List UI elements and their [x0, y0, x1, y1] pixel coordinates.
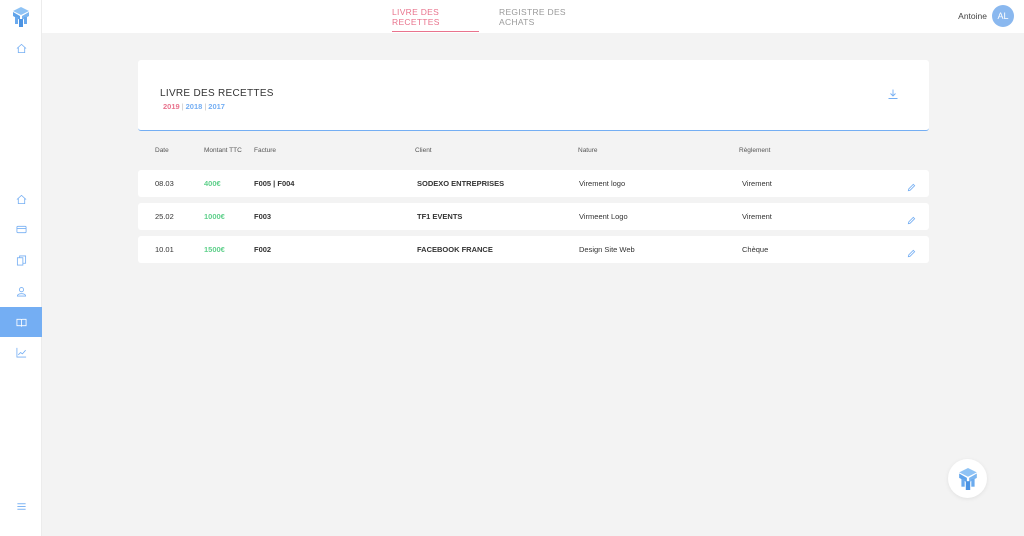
cell-amount: 1500€ — [204, 245, 225, 254]
cell-invoice: F002 — [254, 245, 272, 254]
home-icon — [16, 194, 26, 204]
sidebar-item-home[interactable] — [0, 184, 42, 214]
column-header-nature: Nature — [578, 147, 598, 154]
table-row[interactable]: 08.03 400€ F005 | F004 SODEXO ENTREPRISE… — [138, 170, 929, 197]
cell-client: SODEXO ENTREPRISES — [417, 179, 505, 188]
sidebar-item-ledger[interactable] — [0, 307, 42, 337]
sidebar — [0, 0, 42, 536]
year-separator: | — [204, 102, 207, 111]
tab-livre-des-recettes[interactable]: LIVRE DES RECETTES — [392, 0, 479, 33]
table-row[interactable]: 25.02 1000€ F003 TF1 EVENTS Virmeent Log… — [138, 203, 929, 230]
column-header-payment: Règlement — [739, 147, 771, 154]
user-name[interactable]: Antoine — [958, 11, 987, 21]
cell-invoice: F003 — [254, 212, 272, 221]
chart-icon — [16, 347, 26, 357]
avatar[interactable]: AL — [992, 5, 1014, 27]
sidebar-item-stats[interactable] — [0, 337, 42, 367]
sidebar-item-payments[interactable] — [0, 214, 42, 244]
documents-icon — [16, 255, 26, 265]
cell-client: TF1 EVENTS — [417, 212, 463, 221]
logo-icon — [958, 467, 977, 490]
table-row[interactable]: 10.01 1500€ F002 FACEBOOK FRANCE Design … — [138, 236, 929, 263]
edit-pencil-icon[interactable] — [907, 179, 916, 192]
cell-date: 25.02 — [155, 212, 174, 221]
year-filter: 2019 | 2018 | 2017 — [163, 102, 225, 111]
cell-date: 10.01 — [155, 245, 174, 254]
tab-registre-des-achats[interactable]: REGISTRE DES ACHATS — [499, 0, 592, 33]
sidebar-menu-toggle[interactable] — [0, 491, 42, 521]
year-2017-link[interactable]: 2017 — [208, 102, 225, 111]
sidebar-home-top[interactable] — [0, 33, 42, 63]
logo-icon[interactable] — [11, 7, 31, 27]
column-header-client: Client — [415, 147, 432, 154]
cell-nature: Design Site Web — [579, 245, 635, 254]
year-2019-link[interactable]: 2019 — [163, 102, 180, 111]
floating-logo-button[interactable] — [948, 459, 987, 498]
menu-icon — [16, 502, 26, 510]
column-header-invoice: Facture — [254, 147, 277, 154]
cell-amount: 400€ — [204, 179, 221, 188]
year-2018-link[interactable]: 2018 — [186, 102, 203, 111]
top-bar: LIVRE DES RECETTES REGISTRE DES ACHATS A… — [42, 0, 1024, 33]
download-icon[interactable] — [887, 87, 899, 99]
cell-client: FACEBOOK FRANCE — [417, 245, 493, 254]
cell-nature: Virement logo — [579, 179, 626, 188]
page-title: LIVRE DES RECETTES — [160, 88, 274, 99]
book-icon — [16, 318, 26, 327]
column-header-date: Date — [155, 147, 169, 154]
home-icon — [16, 43, 26, 53]
year-separator: | — [181, 102, 184, 111]
cell-amount: 1000€ — [204, 212, 225, 221]
cell-payment: Virement — [742, 212, 772, 221]
sidebar-item-clients[interactable] — [0, 276, 42, 306]
sidebar-item-documents[interactable] — [0, 245, 42, 275]
column-header-amount: Montant TTC — [204, 147, 242, 154]
credit-card-icon — [16, 225, 26, 233]
edit-pencil-icon[interactable] — [907, 245, 916, 258]
cell-nature: Virmeent Logo — [579, 212, 628, 221]
ledger-header-card: LIVRE DES RECETTES 2019 | 2018 | 2017 — [138, 60, 929, 131]
user-icon — [16, 286, 26, 296]
cell-invoice: F005 | F004 — [254, 179, 295, 188]
cell-payment: Virement — [742, 179, 772, 188]
cell-payment: Chèque — [742, 245, 769, 254]
edit-pencil-icon[interactable] — [907, 212, 916, 225]
cell-date: 08.03 — [155, 179, 174, 188]
